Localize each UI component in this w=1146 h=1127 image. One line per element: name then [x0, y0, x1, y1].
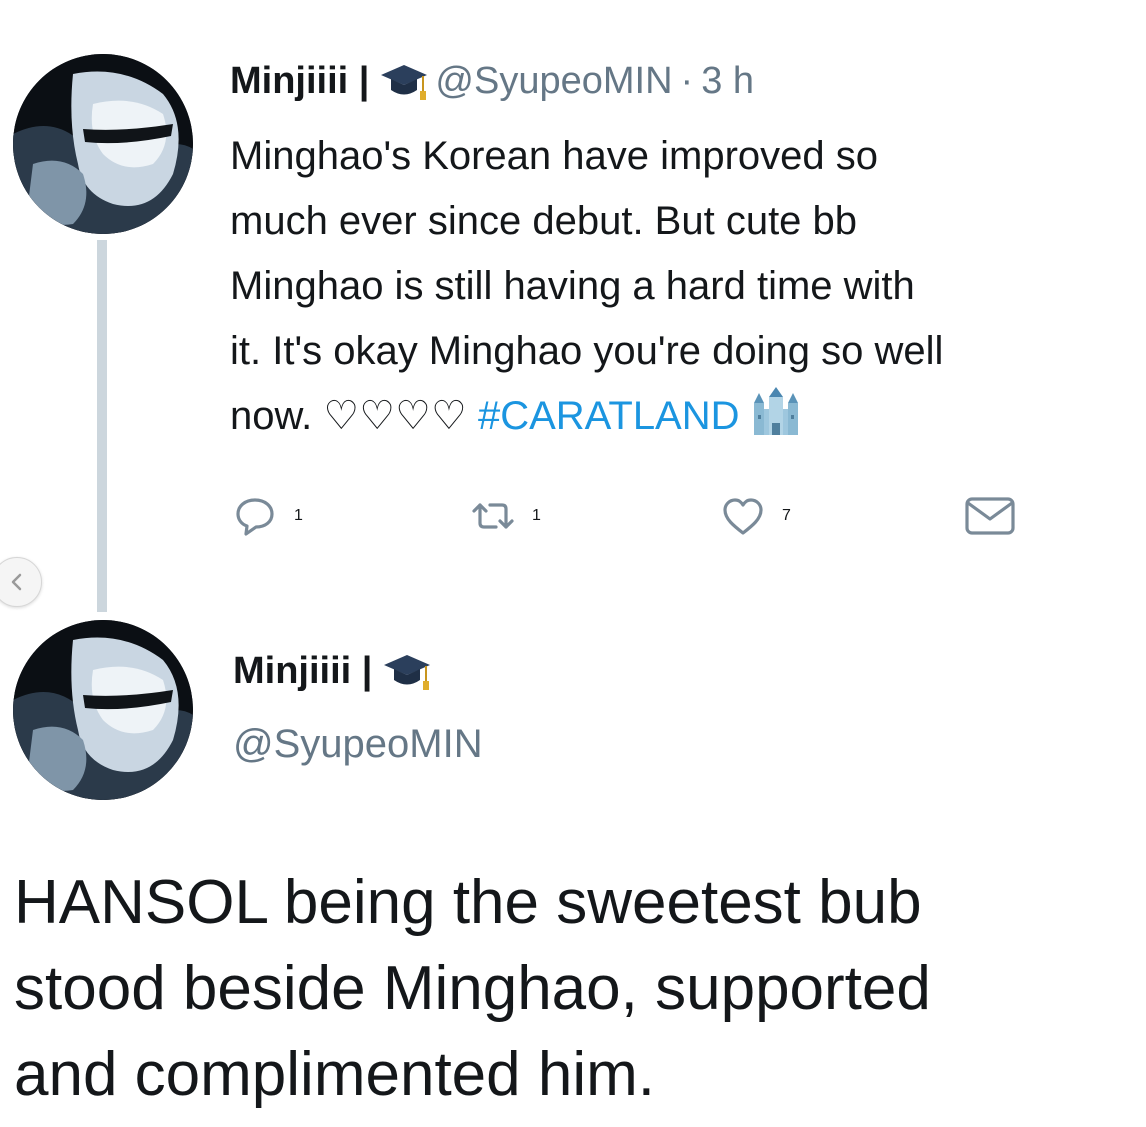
avatar[interactable] [13, 54, 193, 234]
tweet-text-line: and complimented him. [14, 1040, 655, 1109]
avatar-image [13, 54, 193, 234]
tweet-header: Minjiiii | @SyupeoMIN · 3 h [230, 58, 754, 104]
separator: · [680, 59, 694, 102]
user-handle[interactable]: @SyupeoMIN [435, 60, 672, 103]
tweet-text-line: now. ♡♡♡♡ #CARATLAND [230, 384, 1130, 449]
tweet-text-tail: now. ♡♡♡♡ [230, 394, 467, 438]
tweet-text-line: HANSOL being the sweetest bub [14, 868, 922, 937]
direct-message-button[interactable] [962, 492, 1018, 540]
timestamp[interactable]: 3 h [701, 60, 754, 103]
heart-icon [723, 498, 763, 535]
tweet-header: Minjiiii | [233, 648, 438, 694]
chevron-left-icon [11, 573, 22, 591]
castle-icon [753, 387, 798, 435]
retweet-button[interactable]: 1 [470, 492, 541, 540]
tweet-text-line: it. It's okay Minghao you're doing so we… [230, 329, 944, 373]
like-button[interactable]: 7 [720, 492, 791, 540]
avatar[interactable] [13, 620, 193, 800]
thread-connector-line [97, 240, 107, 612]
tweet-text: HANSOL being the sweetest bub stood besi… [14, 860, 1134, 1118]
tweet-text: Minghao's Korean have improved so much e… [230, 124, 1130, 449]
retweet-count: 1 [532, 507, 541, 524]
user-handle[interactable]: @SyupeoMIN [233, 722, 483, 767]
reply-button[interactable]: 1 [232, 492, 303, 540]
envelope-icon [965, 497, 1015, 535]
retweet-icon [472, 503, 514, 529]
tweet-text-line: much ever since debut. But cute bb [230, 199, 858, 243]
display-name[interactable]: Minjiiii | [230, 60, 369, 103]
avatar-image [13, 620, 193, 800]
reply-count: 1 [294, 507, 303, 524]
hashtag-link[interactable]: #CARATLAND [478, 394, 740, 438]
display-name[interactable]: Minjiiii | [233, 650, 372, 693]
carousel-prev-button[interactable] [0, 557, 42, 607]
graduation-cap-icon [384, 655, 431, 690]
tweet-text-line: Minghao is still having a hard time with [230, 264, 915, 308]
reply-icon [236, 498, 274, 536]
tweet-text-line: Minghao's Korean have improved so [230, 134, 879, 178]
tweet-text-line: stood beside Minghao, supported [14, 954, 931, 1023]
graduation-cap-icon [381, 65, 428, 100]
like-count: 7 [782, 507, 791, 524]
